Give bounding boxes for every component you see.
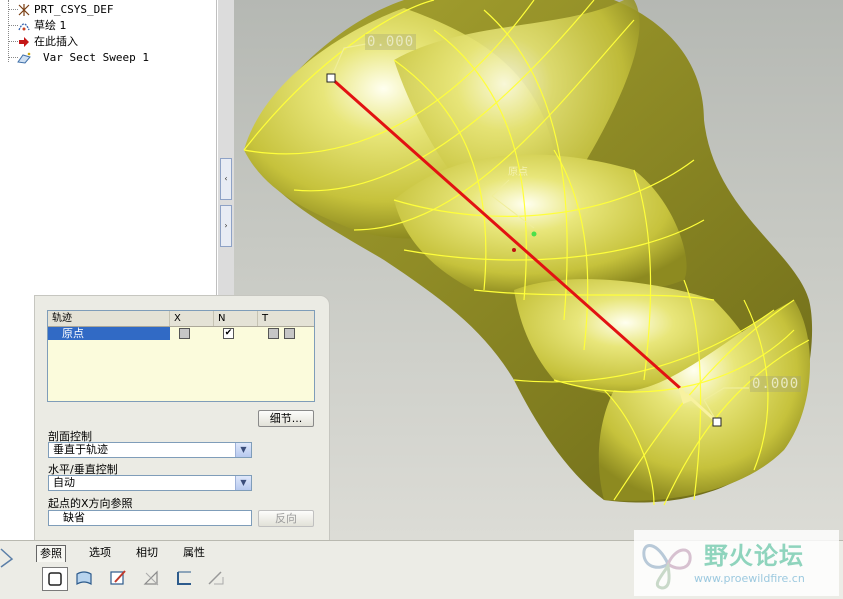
x-direction-reference-field[interactable]: 缺省: [48, 510, 252, 526]
var-sect-sweep-icon: [17, 52, 31, 64]
tab-properties[interactable]: 属性: [180, 545, 208, 561]
chevron-down-icon: ▼: [235, 476, 251, 490]
butterfly-logo-icon: [642, 544, 692, 590]
header-x: X: [170, 311, 214, 326]
origin-point: [512, 248, 516, 252]
thicken-icon[interactable]: [172, 567, 198, 591]
watermark-title: 野火论坛: [704, 542, 804, 570]
x-direction-label: 起点的X方向参照: [48, 497, 133, 510]
n-checkbox[interactable]: ✔: [223, 328, 234, 339]
chevron-down-icon: ▼: [235, 443, 251, 457]
tree-item-label: 在此插入: [34, 35, 78, 48]
remove-material-icon[interactable]: [140, 567, 166, 591]
collapse-tree-button[interactable]: ‹: [220, 158, 232, 200]
green-point: [531, 231, 537, 237]
x-checkbox[interactable]: [179, 328, 190, 339]
insert-here-arrow-icon: [19, 37, 29, 47]
watermark-url: www.proewildfire.cn: [694, 572, 805, 585]
forum-watermark: 野火论坛 www.proewildfire.cn: [634, 530, 839, 596]
table-header: 轨迹 X N T: [48, 311, 314, 327]
tree-item-label: Var Sect Sweep 1: [43, 51, 149, 64]
header-trajectory: 轨迹: [48, 311, 170, 326]
t-checkbox-secondary[interactable]: [284, 328, 295, 339]
hv-control-value: 自动: [53, 476, 75, 489]
tab-tangency[interactable]: 相切: [133, 545, 161, 561]
solid-icon[interactable]: [42, 567, 68, 591]
tree-item-label: PRT_CSYS_DEF: [34, 3, 114, 16]
dimension-label-bottom[interactable]: 0.000: [750, 376, 802, 392]
tab-references[interactable]: 参照: [36, 545, 66, 562]
tree-item-label: 草绘 1: [34, 19, 67, 32]
surface-icon[interactable]: [72, 567, 98, 591]
flip-button[interactable]: 反向: [258, 510, 314, 527]
tree-guide-hook: [8, 41, 18, 43]
table-row[interactable]: 原点 ✔: [48, 327, 314, 340]
remove-thicken-icon[interactable]: [204, 567, 230, 591]
section-control-select[interactable]: 垂直于轨迹 ▼: [48, 442, 252, 458]
sketch-edit-icon[interactable]: [106, 567, 132, 591]
references-panel: 轨迹 X N T 原点 ✔ 细节... 剖面控制 垂直于轨迹 ▼ 水平/垂直控制…: [34, 295, 330, 541]
csys-icon: [18, 4, 30, 16]
drag-handle-start[interactable]: [326, 73, 336, 83]
t-checkbox[interactable]: [268, 328, 279, 339]
drag-handle-end[interactable]: [712, 417, 722, 427]
header-n: N: [214, 311, 258, 326]
origin-label: 原点: [508, 167, 528, 178]
trajectory-table: 轨迹 X N T 原点 ✔: [47, 310, 315, 402]
header-t: T: [262, 313, 269, 324]
tree-guide-hook: [8, 9, 18, 11]
dashboard-edge-icon: [0, 548, 14, 568]
section-control-value: 垂直于轨迹: [53, 443, 108, 456]
details-button[interactable]: 细节...: [258, 410, 314, 427]
dimension-label-top[interactable]: 0.000: [365, 34, 417, 50]
sketch-icon: [18, 23, 30, 31]
trajectory-name-cell[interactable]: 原点: [48, 327, 170, 340]
tab-options[interactable]: 选项: [86, 545, 114, 561]
expand-tree-button[interactable]: ›: [220, 205, 232, 247]
hv-control-select[interactable]: 自动 ▼: [48, 475, 252, 491]
tree-guide-hook: [8, 25, 18, 27]
